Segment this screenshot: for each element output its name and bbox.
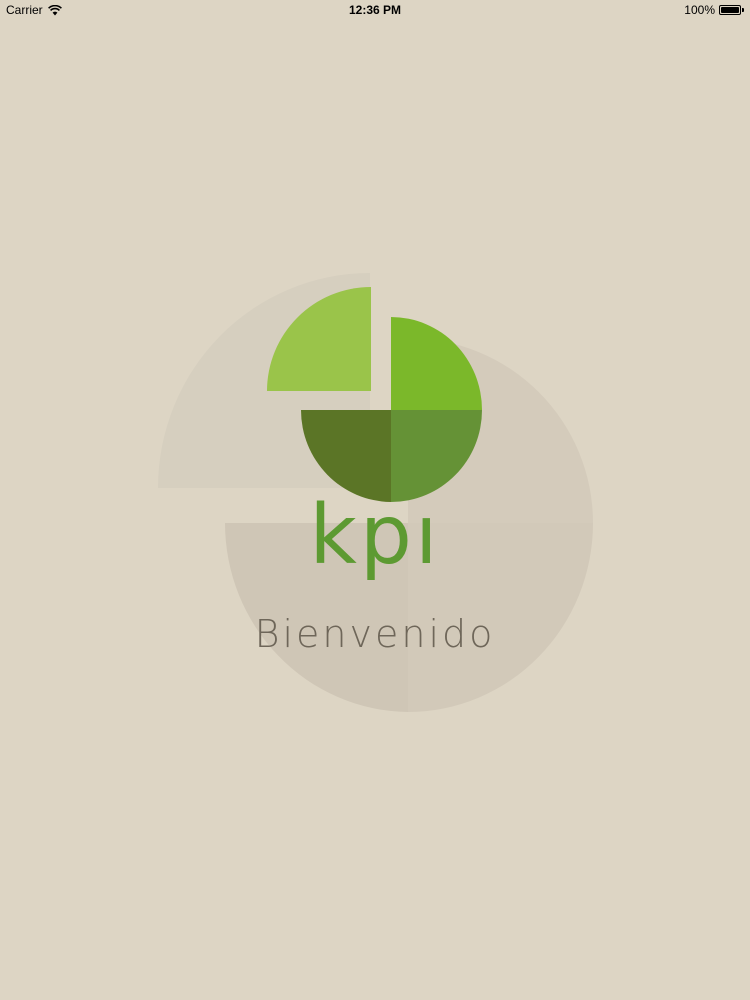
logo-slice-bright xyxy=(391,317,482,410)
brand-name: kpı xyxy=(309,488,441,583)
logo-slice-light xyxy=(267,287,371,391)
welcome-message: Bienvenido xyxy=(254,612,496,656)
splash-screen: kpı Bienvenido xyxy=(0,0,750,1000)
